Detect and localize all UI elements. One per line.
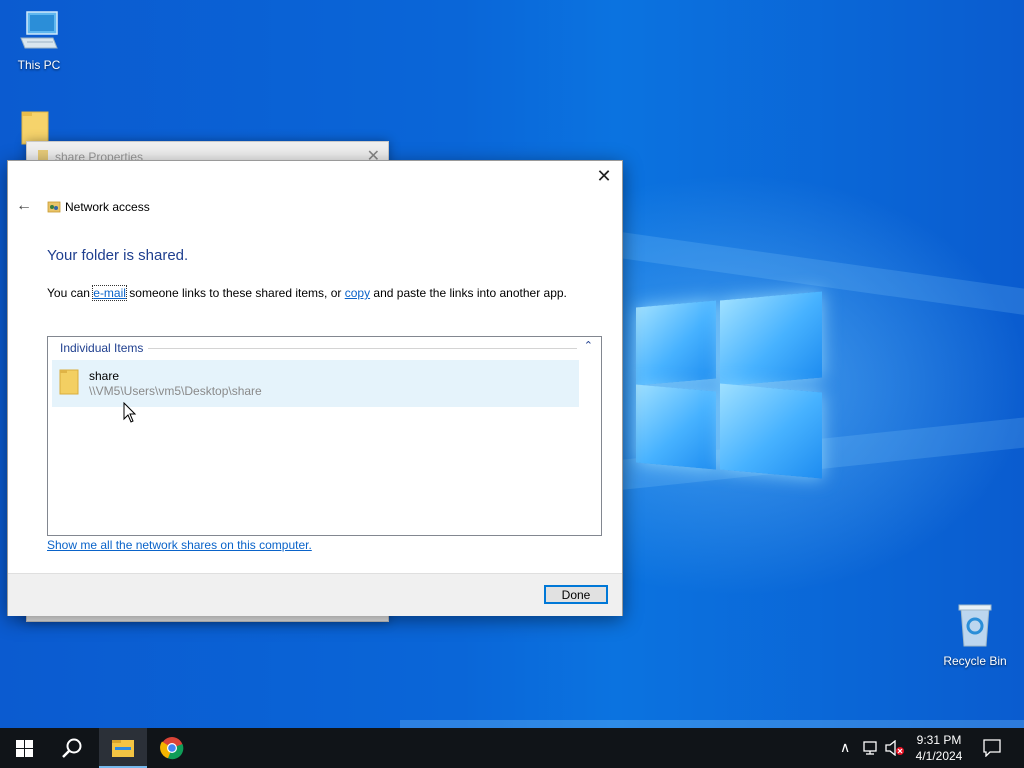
share-description: You can e-mail someone links to these sh… (47, 285, 567, 301)
search-icon (62, 738, 82, 758)
dialog-footer: Done (8, 573, 622, 616)
start-button[interactable] (0, 728, 48, 768)
show-network-shares-link[interactable]: Show me all the network shares on this c… (47, 538, 312, 552)
chrome-icon (160, 737, 184, 760)
this-pc-icon (20, 11, 58, 49)
group-divider (148, 348, 577, 349)
notification-icon[interactable] (983, 739, 1001, 757)
network-share-icon (47, 201, 61, 213)
clock-date: 4/1/2024 (915, 749, 963, 763)
network-icon[interactable] (863, 740, 881, 756)
file-explorer-taskbar-button[interactable] (99, 728, 147, 768)
list-item[interactable]: share \\VM5\Users\vm5\Desktop\share (52, 360, 579, 407)
item-name: share (89, 369, 120, 383)
desktop-icon-label: This PC (17, 58, 61, 72)
desc-text: and paste the links into another app. (370, 286, 567, 300)
page-title: Your folder is shared. (47, 247, 189, 264)
taskbar: ∧ 9:31 PM 4/1/2024 (0, 728, 1024, 768)
tray-chevron-icon[interactable]: ∧ (840, 739, 850, 756)
desc-text: You can (47, 286, 94, 300)
clock-time: 9:31 PM (916, 733, 962, 747)
close-button[interactable]: ✕ (590, 165, 618, 187)
network-access-dialog[interactable]: ✕ ← Network access Your folder is shared… (7, 160, 623, 616)
done-button[interactable]: Done (544, 585, 608, 604)
windows-start-icon (16, 740, 33, 757)
windows-logo-wallpaper (636, 290, 822, 480)
chrome-taskbar-button[interactable] (148, 728, 196, 768)
copy-link[interactable]: copy (345, 286, 370, 300)
desktop-icon-recycle-bin[interactable]: Recycle Bin (940, 602, 1010, 668)
file-explorer-icon (112, 740, 134, 757)
search-button[interactable] (48, 728, 96, 768)
system-clock[interactable]: 9:31 PM 4/1/2024 (900, 732, 978, 764)
desc-text: someone links to these shared items, or (125, 286, 345, 300)
recycle-bin-icon (958, 604, 992, 647)
collapse-icon[interactable]: ⌃ (584, 339, 593, 352)
email-link[interactable]: e-mail (92, 285, 127, 301)
item-path: \\VM5\Users\vm5\Desktop\share (89, 384, 262, 398)
group-header: Individual Items (60, 341, 148, 355)
desktop-icon-this-pc[interactable]: This PC (4, 10, 74, 72)
shared-items-list[interactable]: Individual Items ⌃ share \\VM5\Users\vm5… (47, 336, 602, 536)
folder-icon (59, 369, 79, 395)
nav-title: Network access (65, 200, 150, 214)
back-arrow-icon[interactable]: ← (16, 197, 32, 215)
desktop-icon-label: Recycle Bin (943, 654, 1007, 668)
mouse-cursor-icon (123, 402, 137, 423)
